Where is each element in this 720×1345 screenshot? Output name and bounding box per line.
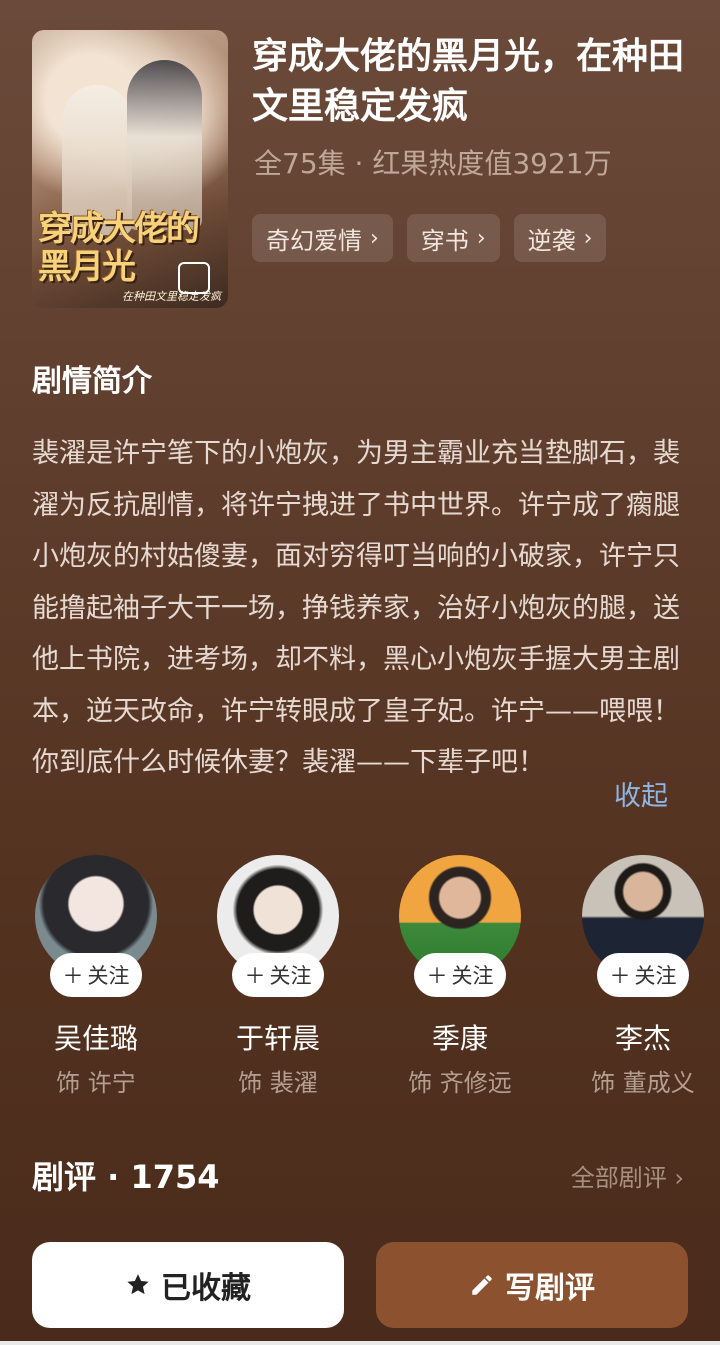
follow-button[interactable]: ＋关注 [597,953,689,997]
chevron-right-icon: › [674,1164,684,1192]
tag-transmigration[interactable]: 穿书 › [406,214,500,262]
actor-name: 于轩晨 [235,1022,320,1055]
follow-button[interactable]: ＋关注 [232,953,324,997]
actor-role: 饰 董成义 [591,1069,695,1097]
poster-figure-male [127,60,202,230]
pencil-icon [472,1275,492,1295]
drama-meta: 全75集 · 红果热度值3921万 [254,147,612,180]
plus-icon: ＋ [609,964,631,988]
chevron-right-icon: › [370,225,379,251]
tag-label: 穿书 [420,226,469,255]
write-review-label: 写剧评 [505,1271,595,1306]
collapse-link[interactable]: 收起 [614,774,668,813]
tag-comeback[interactable]: 逆袭 › [513,214,607,262]
actor-role: 饰 齐修远 [408,1069,512,1097]
actor-name: 李杰 [614,1022,671,1055]
cast-member[interactable]: ＋关注 于轩晨 饰 裴濯 [198,855,358,1098]
all-reviews-link[interactable]: 全部剧评 › [571,1158,684,1193]
write-review-button[interactable]: 写剧评 [376,1242,688,1328]
cast-member[interactable]: ＋关注 季康 饰 齐修远 [380,855,540,1098]
cast-list: ＋关注 吴佳璐 饰 许宁 ＋关注 于轩晨 饰 裴濯 ＋关注 季康 饰 齐修远 ＋… [0,855,720,1098]
reviews-heading: 剧评 · 1754 [32,1158,220,1196]
tag-list: 奇幻爱情 › 穿书 › 逆袭 › [252,214,607,262]
cast-member[interactable]: ＋关注 吴佳璐 饰 许宁 [16,855,176,1098]
plus-icon: ＋ [62,964,84,988]
favorite-button[interactable]: 已收藏 [32,1242,344,1328]
actor-name: 吴佳璐 [53,1022,138,1055]
follow-label: 关注 [269,964,312,988]
chevron-right-icon: › [476,225,486,251]
poster-image[interactable]: 穿成大佬的黑月光 在种田文里稳定发疯 [32,30,228,308]
actor-role: 饰 裴濯 [238,1069,318,1097]
plus-icon: ＋ [244,964,266,988]
follow-label: 关注 [87,964,130,988]
cast-member[interactable]: ＋关注 李杰 饰 董成义 [563,855,720,1098]
star-icon [127,1274,149,1295]
tag-label: 逆袭 [527,226,576,255]
follow-button[interactable]: ＋关注 [414,953,506,997]
plus-icon: ＋ [426,964,448,988]
tag-label: 奇幻爱情 [266,226,362,255]
tag-fantasy-romance[interactable]: 奇幻爱情 › [252,214,393,262]
poster-badge-icon [178,262,210,294]
synopsis-text: 裴濯是许宁笔下的小炮灰，为男主霸业充当垫脚石，裴濯为反抗剧情，将许宁拽进了书中世… [32,438,680,778]
action-bar: 已收藏 写剧评 [0,1228,720,1345]
chevron-right-icon: › [583,225,593,251]
drama-title: 穿成大佬的黑月光，在种田文里稳定发疯 [252,36,685,127]
follow-label: 关注 [634,964,677,988]
all-reviews-label: 全部剧评 [570,1164,667,1192]
actor-role: 饰 许宁 [56,1069,136,1097]
actor-name: 季康 [431,1022,488,1055]
synopsis-heading: 剧情简介 [32,364,152,399]
favorite-label: 已收藏 [161,1271,251,1306]
home-indicator [0,1341,720,1345]
follow-button[interactable]: ＋关注 [50,953,142,997]
follow-label: 关注 [451,964,494,988]
